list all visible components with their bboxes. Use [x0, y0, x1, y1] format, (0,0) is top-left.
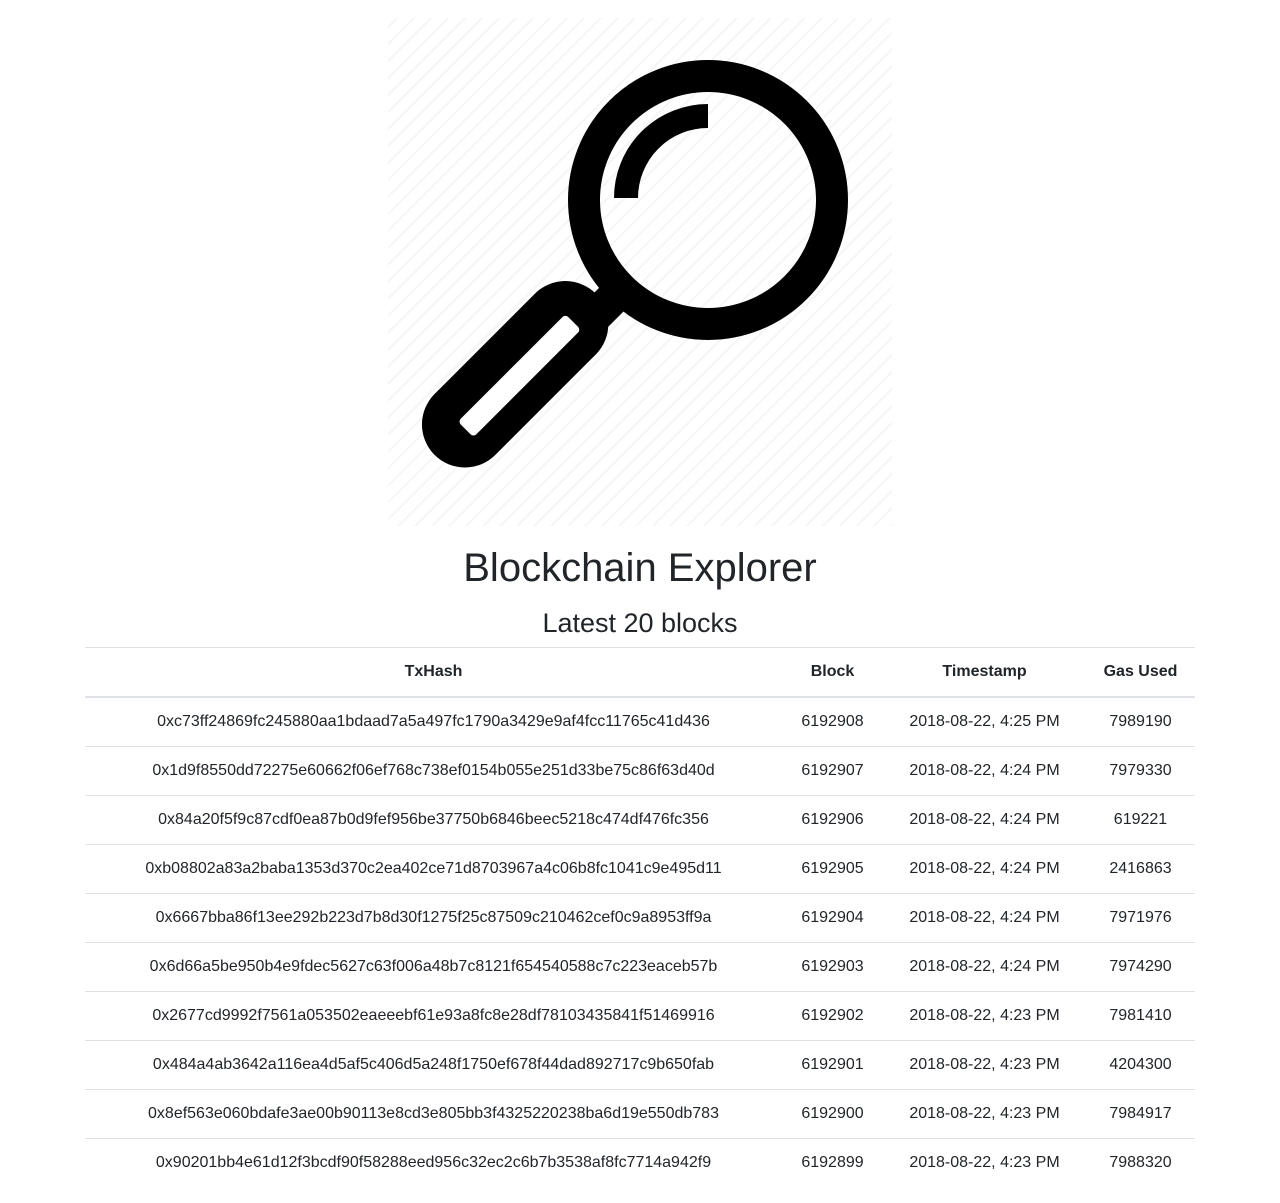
gas-used-cell: 7979330: [1086, 746, 1195, 796]
block-cell: 6192905: [782, 844, 883, 894]
block-cell: 6192904: [782, 893, 883, 943]
gas-used-cell: 7989190: [1086, 696, 1195, 747]
table-row: 0x6d66a5be950b4e9fdec5627c63f006a48b7c81…: [85, 942, 1195, 992]
txhash-cell: 0x84a20f5f9c87cdf0ea87b0d9fef956be37750b…: [85, 795, 782, 845]
column-header-txhash: TxHash: [85, 647, 782, 698]
block-cell: 6192907: [782, 746, 883, 796]
timestamp-cell: 2018-08-22, 4:24 PM: [883, 942, 1086, 992]
table-row: 0xb08802a83a2baba1353d370c2ea402ce71d870…: [85, 844, 1195, 894]
block-cell: 6192903: [782, 942, 883, 992]
txhash-cell: 0x484a4ab3642a116ea4d5af5c406d5a248f1750…: [85, 1040, 782, 1090]
txhash-cell: 0xb08802a83a2baba1353d370c2ea402ce71d870…: [85, 844, 782, 894]
block-cell: 6192906: [782, 795, 883, 845]
gas-used-cell: 2416863: [1086, 844, 1195, 894]
table-row: 0x8ef563e060bdafe3ae00b90113e8cd3e805bb3…: [85, 1089, 1195, 1139]
table-row: 0x2677cd9992f7561a053502eaeeebf61e93a8fc…: [85, 991, 1195, 1041]
table-row: 0x90201bb4e61d12f3bcdf90f58288eed956c32e…: [85, 1138, 1195, 1187]
timestamp-cell: 2018-08-22, 4:23 PM: [883, 991, 1086, 1041]
txhash-cell: 0xc73ff24869fc245880aa1bdaad7a5a497fc179…: [85, 696, 782, 747]
gas-used-cell: 619221: [1086, 795, 1195, 845]
magnifying-glass-icon: [421, 60, 848, 468]
column-header-block: Block: [782, 647, 883, 698]
timestamp-cell: 2018-08-22, 4:24 PM: [883, 844, 1086, 894]
timestamp-cell: 2018-08-22, 4:25 PM: [883, 696, 1086, 747]
block-cell: 6192901: [782, 1040, 883, 1090]
txhash-cell: 0x1d9f8550dd72275e60662f06ef768c738ef015…: [85, 746, 782, 796]
table-row: 0x6667bba86f13ee292b223d7b8d30f1275f25c8…: [85, 893, 1195, 943]
page: Blockchain Explorer Latest 20 blocks TxH…: [0, 0, 1280, 1203]
timestamp-cell: 2018-08-22, 4:23 PM: [883, 1138, 1086, 1187]
timestamp-cell: 2018-08-22, 4:24 PM: [883, 795, 1086, 845]
table-row: 0xc73ff24869fc245880aa1bdaad7a5a497fc179…: [85, 696, 1195, 747]
txhash-cell: 0x6d66a5be950b4e9fdec5627c63f006a48b7c81…: [85, 942, 782, 992]
txhash-cell: 0x2677cd9992f7561a053502eaeeebf61e93a8fc…: [85, 991, 782, 1041]
block-cell: 6192908: [782, 696, 883, 747]
block-cell: 6192900: [782, 1089, 883, 1139]
gas-used-cell: 7984917: [1086, 1089, 1195, 1139]
timestamp-cell: 2018-08-22, 4:23 PM: [883, 1040, 1086, 1090]
column-header-gas-used: Gas Used: [1086, 647, 1195, 698]
column-header-timestamp: Timestamp: [883, 647, 1086, 698]
timestamp-cell: 2018-08-22, 4:23 PM: [883, 1089, 1086, 1139]
gas-used-cell: 7974290: [1086, 942, 1195, 992]
timestamp-cell: 2018-08-22, 4:24 PM: [883, 746, 1086, 796]
page-subtitle: Latest 20 blocks: [542, 608, 738, 638]
gas-used-cell: 7971976: [1086, 893, 1195, 943]
blocks-table: TxHash Block Timestamp Gas Used 0xc73ff2…: [85, 647, 1195, 1187]
txhash-cell: 0x8ef563e060bdafe3ae00b90113e8cd3e805bb3…: [85, 1089, 782, 1139]
table-row: 0x84a20f5f9c87cdf0ea87b0d9fef956be37750b…: [85, 795, 1195, 845]
logo: [388, 18, 892, 526]
block-cell: 6192902: [782, 991, 883, 1041]
gas-used-cell: 4204300: [1086, 1040, 1195, 1090]
gas-used-cell: 7988320: [1086, 1138, 1195, 1187]
table-header-row: TxHash Block Timestamp Gas Used: [85, 647, 1195, 698]
timestamp-cell: 2018-08-22, 4:24 PM: [883, 893, 1086, 943]
block-cell: 6192899: [782, 1138, 883, 1187]
txhash-cell: 0x6667bba86f13ee292b223d7b8d30f1275f25c8…: [85, 893, 782, 943]
page-title: Blockchain Explorer: [463, 546, 817, 590]
table-row: 0x484a4ab3642a116ea4d5af5c406d5a248f1750…: [85, 1040, 1195, 1090]
gas-used-cell: 7981410: [1086, 991, 1195, 1041]
table-row: 0x1d9f8550dd72275e60662f06ef768c738ef015…: [85, 746, 1195, 796]
txhash-cell: 0x90201bb4e61d12f3bcdf90f58288eed956c32e…: [85, 1138, 782, 1187]
